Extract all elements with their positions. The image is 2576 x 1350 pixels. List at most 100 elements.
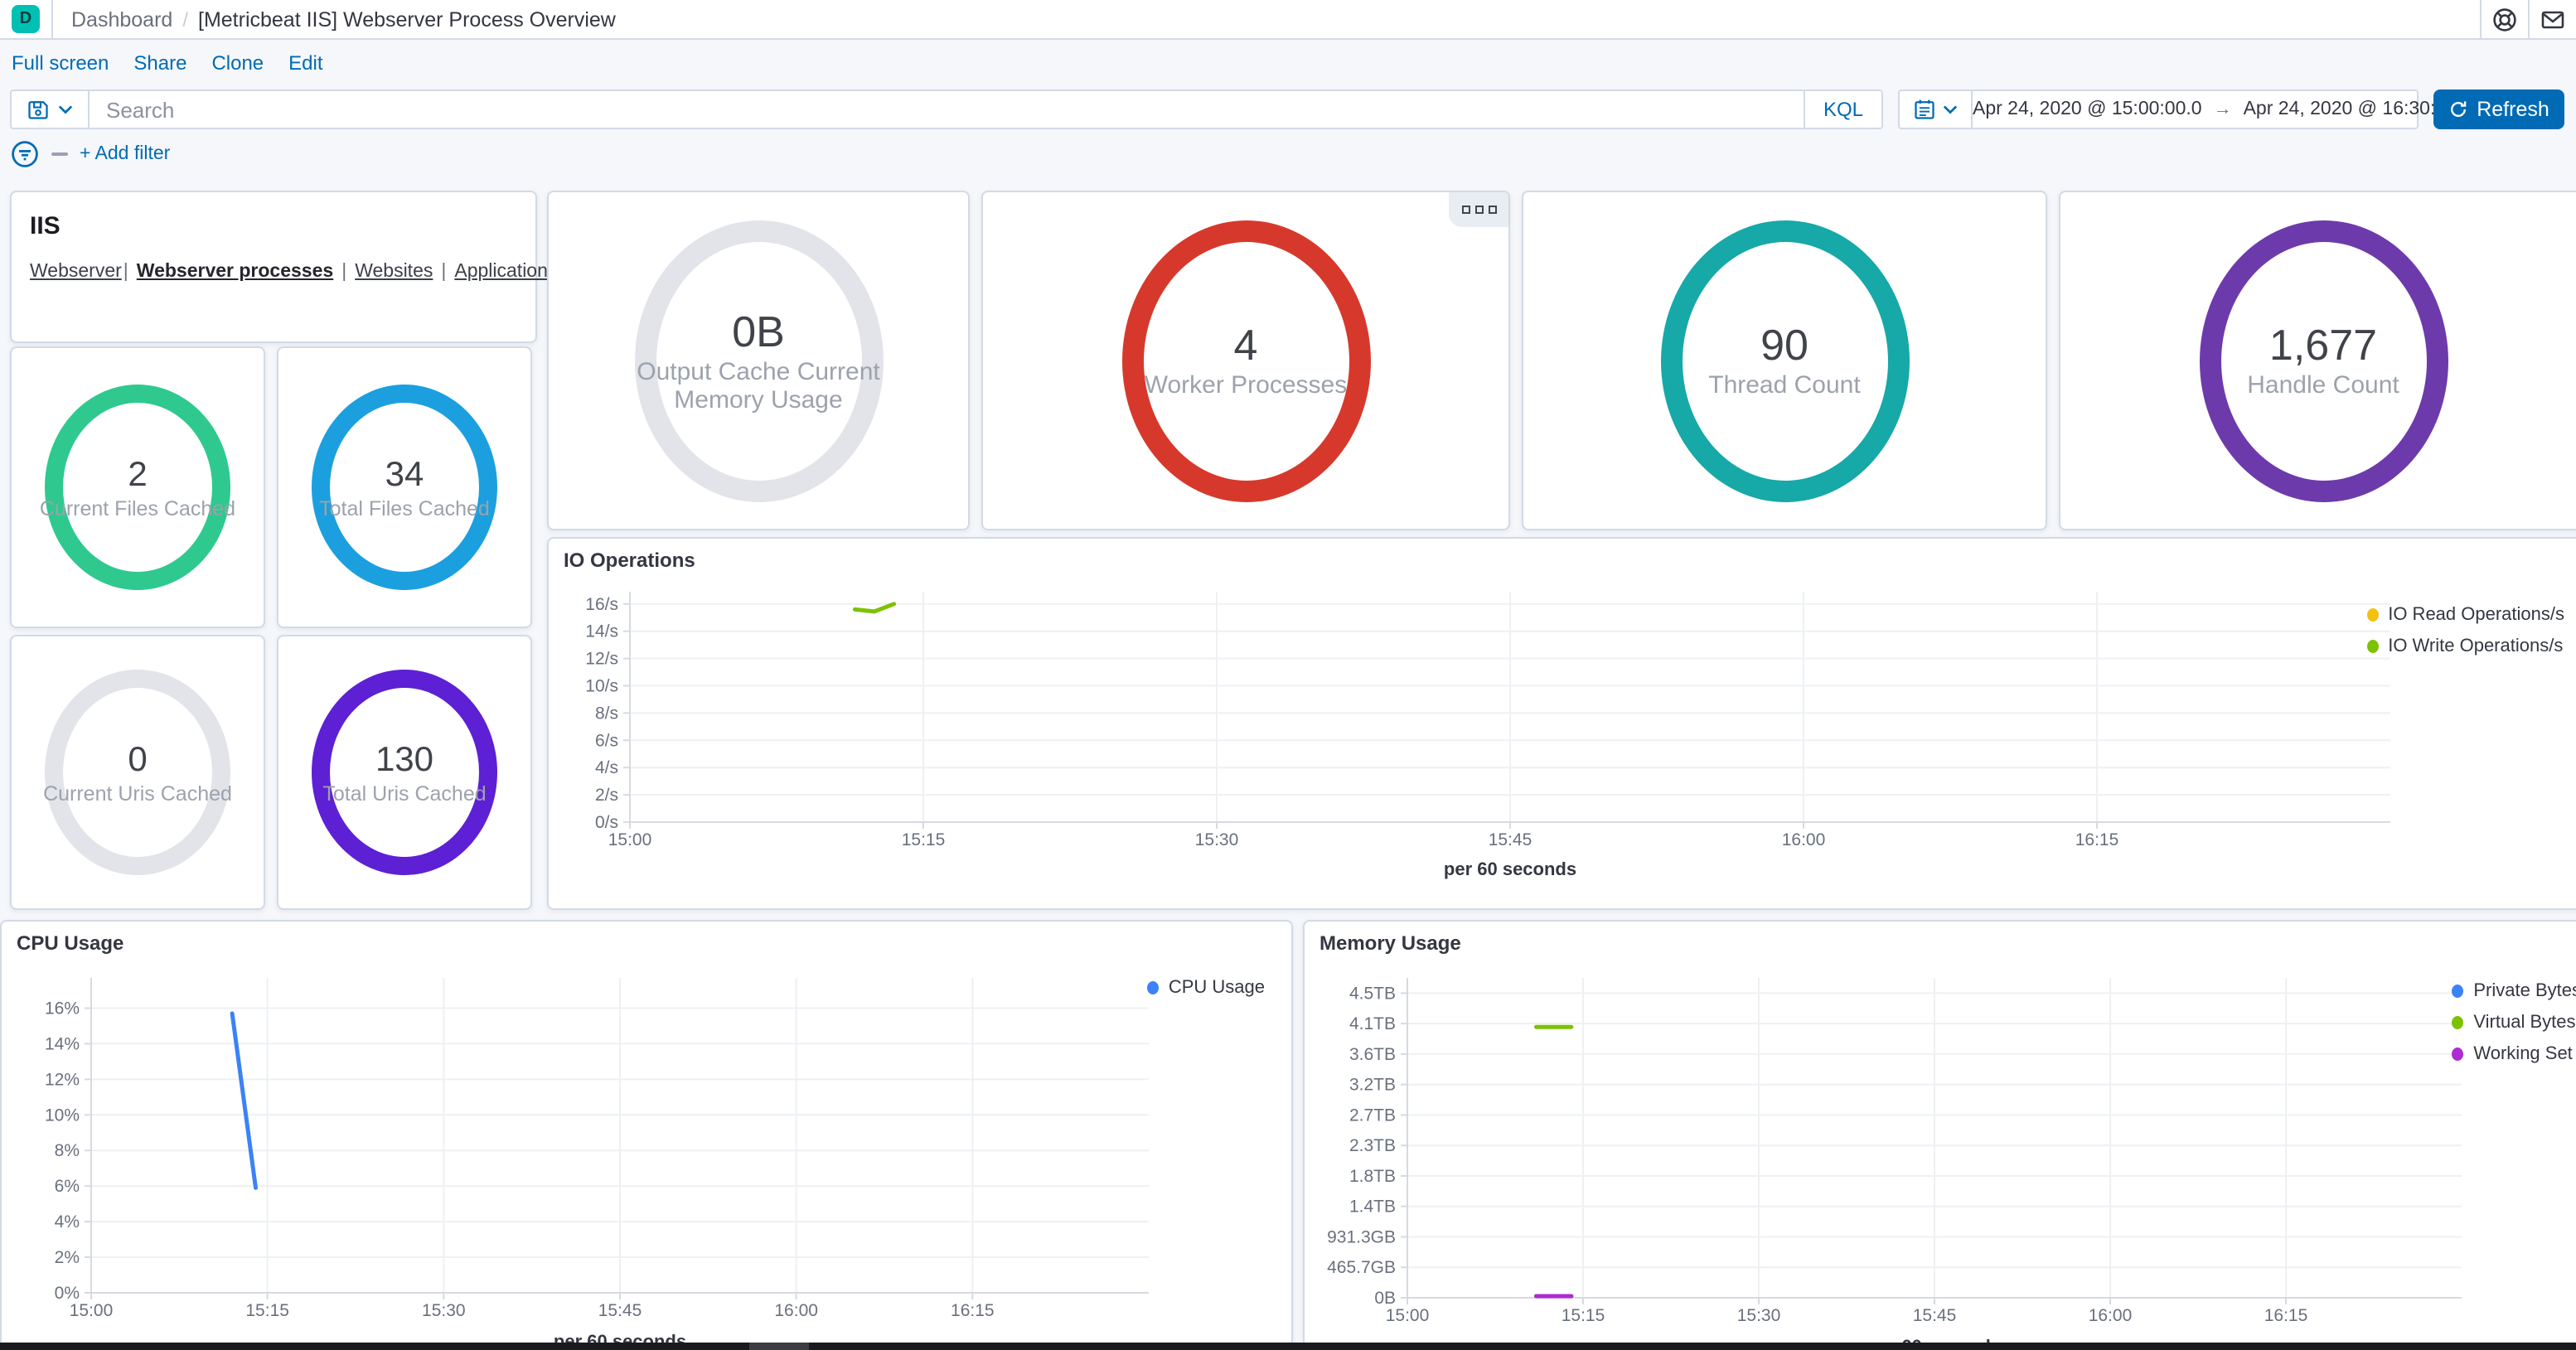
clone-link[interactable]: Clone bbox=[211, 51, 264, 75]
svg-text:2/s: 2/s bbox=[595, 786, 618, 805]
divider bbox=[51, 0, 53, 39]
svg-text:1.8TB: 1.8TB bbox=[1349, 1167, 1396, 1186]
chevron-down-icon bbox=[58, 105, 73, 114]
kql-selector[interactable]: KQL bbox=[1803, 91, 1881, 128]
taskbar-segment bbox=[749, 1343, 809, 1350]
full-screen-link[interactable]: Full screen bbox=[12, 51, 109, 75]
legend-label: Private Bytes bbox=[2473, 981, 2576, 1001]
quick-select-menu-button[interactable] bbox=[1900, 91, 1973, 128]
legend-item[interactable]: Virtual Bytes bbox=[2452, 1013, 2576, 1033]
svg-text:15:00: 15:00 bbox=[1386, 1306, 1430, 1325]
gauge-value: 2 bbox=[128, 455, 148, 493]
search-input[interactable] bbox=[90, 97, 1804, 122]
gauge-label: Worker Processes bbox=[1144, 371, 1348, 400]
legend-dot-icon bbox=[2366, 608, 2379, 622]
legend-item[interactable]: IO Read Operations/s bbox=[2366, 605, 2564, 625]
envelope-icon bbox=[2541, 10, 2564, 28]
add-filter-button[interactable]: + Add filter bbox=[80, 144, 170, 164]
legend-item[interactable]: CPU Usage bbox=[1146, 978, 1265, 998]
panel-memory-usage: Memory Usage 0B 465.7GB 931.3GB 1.4TB 1.8TB 2… bbox=[1303, 920, 2576, 1350]
breadcrumb[interactable]: Dashboard bbox=[71, 7, 172, 31]
gauge-value: 130 bbox=[375, 740, 434, 778]
svg-text:16:15: 16:15 bbox=[951, 1301, 995, 1320]
chart-title: Memory Usage bbox=[1319, 931, 1461, 955]
svg-text:15:15: 15:15 bbox=[245, 1301, 289, 1320]
panel-output-cache-memory: 0B Output Cache Current Memory Usage bbox=[547, 191, 970, 530]
svg-text:465.7GB: 465.7GB bbox=[1327, 1258, 1396, 1277]
gauge-label: Total Uris Cached bbox=[322, 781, 487, 805]
gauge-label: Thread Count bbox=[1708, 371, 1861, 400]
gauge-label: Current Uris Cached bbox=[43, 781, 232, 805]
io-operations-chart: 0/s 2/s 4/s 6/s 8/s 10/s 12/s 14/s 16/s 15:00 15:1… bbox=[585, 592, 2390, 879]
svg-text:12%: 12% bbox=[45, 1070, 80, 1089]
saved-query-menu-button[interactable] bbox=[12, 91, 90, 128]
refresh-icon bbox=[2451, 101, 2467, 117]
legend-item[interactable]: IO Write Operations/s bbox=[2366, 636, 2564, 656]
legend-label: Virtual Bytes bbox=[2473, 1013, 2576, 1033]
legend-label: IO Write Operations/s bbox=[2388, 636, 2564, 656]
svg-text:1.4TB: 1.4TB bbox=[1349, 1198, 1396, 1217]
edit-link[interactable]: Edit bbox=[288, 51, 322, 75]
date-range-start[interactable]: Apr 24, 2020 @ 15:00:00.0 bbox=[1973, 99, 2202, 119]
legend-item[interactable]: Working Set bbox=[2452, 1044, 2576, 1064]
page-title: [Metricbeat IIS] Webserver Process Overv… bbox=[198, 7, 616, 31]
svg-text:2.3TB: 2.3TB bbox=[1349, 1136, 1396, 1155]
calendar-icon bbox=[1915, 99, 1934, 119]
filter-circle-icon[interactable] bbox=[10, 139, 40, 169]
refresh-button[interactable]: Refresh bbox=[2433, 90, 2564, 129]
legend-label: IO Read Operations/s bbox=[2388, 605, 2564, 625]
svg-text:10/s: 10/s bbox=[585, 677, 618, 696]
legend-item[interactable]: Private Bytes bbox=[2452, 981, 2576, 1001]
svg-text:3.6TB: 3.6TB bbox=[1349, 1045, 1396, 1064]
svg-text:per 60 seconds: per 60 seconds bbox=[1444, 859, 1576, 879]
help-button[interactable] bbox=[2480, 0, 2528, 39]
svg-text:2%: 2% bbox=[55, 1248, 80, 1267]
svg-text:15:45: 15:45 bbox=[1913, 1306, 1957, 1325]
gauge-label: Handle Count bbox=[2247, 371, 2399, 400]
svg-text:15:30: 15:30 bbox=[1737, 1306, 1781, 1325]
gauge-value: 34 bbox=[385, 455, 424, 493]
share-link[interactable]: Share bbox=[133, 51, 186, 75]
top-nav-bar: D Dashboard / [Metricbeat IIS] Webserver… bbox=[0, 0, 2576, 40]
svg-text:10%: 10% bbox=[45, 1106, 80, 1125]
breadcrumb-separator: / bbox=[182, 7, 188, 31]
svg-text:931.3GB: 931.3GB bbox=[1327, 1227, 1396, 1246]
panel-current-files-cached: 2 Current Files Cached bbox=[10, 346, 265, 628]
panel-cpu-usage: CPU Usage 0% 2% 4% 6% 8% 10% 12% 14% 16% 15:00 15:… bbox=[0, 920, 1293, 1350]
svg-text:16/s: 16/s bbox=[585, 595, 618, 614]
svg-text:16:15: 16:15 bbox=[2264, 1306, 2308, 1325]
cpu-usage-legend: CPU Usage bbox=[1146, 978, 1265, 998]
chevron-down-icon bbox=[1943, 105, 1958, 114]
space-avatar[interactable]: D bbox=[12, 5, 40, 33]
link-separator: | bbox=[441, 262, 447, 282]
svg-text:8/s: 8/s bbox=[595, 704, 618, 723]
gauge-value: 90 bbox=[1760, 320, 1809, 370]
panel-thread-count: 90 Thread Count bbox=[1522, 191, 2047, 530]
gauge-value: 0B bbox=[732, 306, 785, 356]
legend-dot-icon bbox=[2452, 985, 2464, 998]
legend-dot-icon bbox=[2452, 1048, 2464, 1061]
io-operations-legend: IO Read Operations/s IO Write Operations/… bbox=[2366, 605, 2564, 656]
filter-drag-dash bbox=[51, 152, 68, 156]
date-range-arrow-icon: → bbox=[2213, 99, 2232, 119]
svg-text:16:00: 16:00 bbox=[1782, 830, 1826, 849]
bottom-taskbar bbox=[0, 1343, 2576, 1350]
newsfeed-button[interactable] bbox=[2528, 0, 2576, 39]
iis-link-webserver-processes[interactable]: Webserver processes bbox=[137, 262, 333, 282]
svg-text:14/s: 14/s bbox=[585, 622, 618, 641]
svg-text:15:30: 15:30 bbox=[422, 1301, 466, 1320]
memory-usage-chart: 0B 465.7GB 931.3GB 1.4TB 1.8TB 2.3TB 2.7TB 3.2T… bbox=[1327, 978, 2462, 1350]
gauge-label: Current Files Cached bbox=[39, 496, 236, 520]
iis-link-websites[interactable]: Websites bbox=[355, 262, 433, 282]
svg-text:4.5TB: 4.5TB bbox=[1349, 984, 1396, 1003]
panel-iis-nav: IIS Webserver | Webserver processes | We… bbox=[10, 191, 601, 343]
svg-text:3.2TB: 3.2TB bbox=[1349, 1076, 1396, 1095]
svg-text:15:00: 15:00 bbox=[608, 830, 652, 849]
iis-links: Webserver | Webserver processes | Websit… bbox=[30, 262, 601, 282]
svg-text:4.1TB: 4.1TB bbox=[1349, 1014, 1396, 1033]
svg-text:12/s: 12/s bbox=[585, 650, 618, 669]
iis-link-webserver[interactable]: Webserver bbox=[30, 262, 122, 282]
legend-dot-icon bbox=[1146, 981, 1159, 994]
svg-text:16:15: 16:15 bbox=[2075, 830, 2119, 849]
svg-text:16:00: 16:00 bbox=[2089, 1306, 2133, 1325]
